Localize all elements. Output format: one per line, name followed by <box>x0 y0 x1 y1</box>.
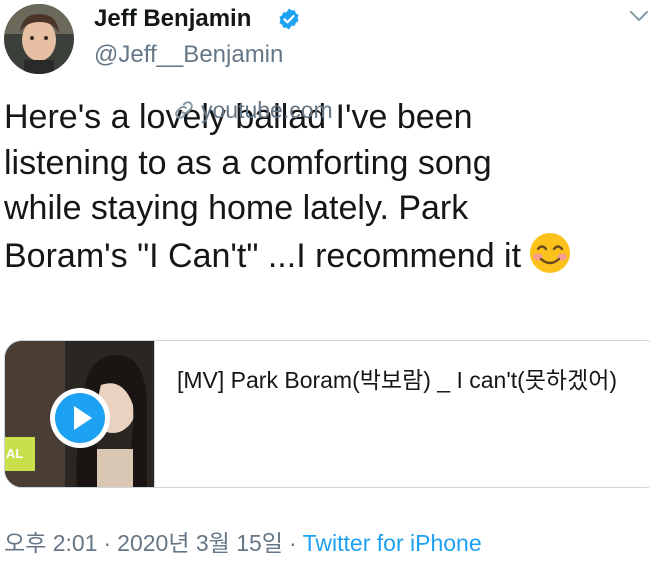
link-icon <box>175 101 193 119</box>
card-domain: youtube.com <box>201 97 333 123</box>
avatar[interactable] <box>4 4 74 74</box>
meta-separator: · <box>288 530 297 556</box>
chevron-down-icon[interactable] <box>628 8 650 24</box>
tweet-text-line: while staying home lately. Park <box>4 189 469 227</box>
tweet-meta: 오후 2:01 · 2020년 3월 15일 · Twitter for iPhone <box>4 528 482 558</box>
thumbnail-tag: AL <box>5 437 35 471</box>
play-icon[interactable] <box>49 387 111 449</box>
meta-separator: · <box>103 530 112 556</box>
link-preview-card[interactable]: AL [MV] Park Boram(박보람) _ I can't(못하겠어) <box>4 340 650 488</box>
tweet-text-line: listening to as a comforting song <box>4 143 492 182</box>
tweet-source-link[interactable]: Twitter for iPhone <box>303 530 482 556</box>
verified-badge-icon <box>279 8 299 30</box>
smiling-face-emoji-icon <box>530 232 571 273</box>
tweet-text-line: Boram's "I Can't" ...I recommend it <box>4 232 649 280</box>
user-avatar-image <box>4 4 74 74</box>
tweet-time[interactable]: 오후 2:01 <box>4 530 97 556</box>
author-name[interactable]: Jeff Benjamin <box>94 4 251 34</box>
tweet-text-last: Boram's "I Can't" ...I recommend it <box>4 236 522 275</box>
card-title: [MV] Park Boram(박보람) _ I can't(못하겠어) <box>177 367 618 393</box>
video-thumbnail[interactable]: AL <box>5 341 155 487</box>
author-handle[interactable]: @Jeff__Benjamin <box>94 40 283 70</box>
tweet-date[interactable]: 2020년 3월 15일 <box>117 530 283 556</box>
